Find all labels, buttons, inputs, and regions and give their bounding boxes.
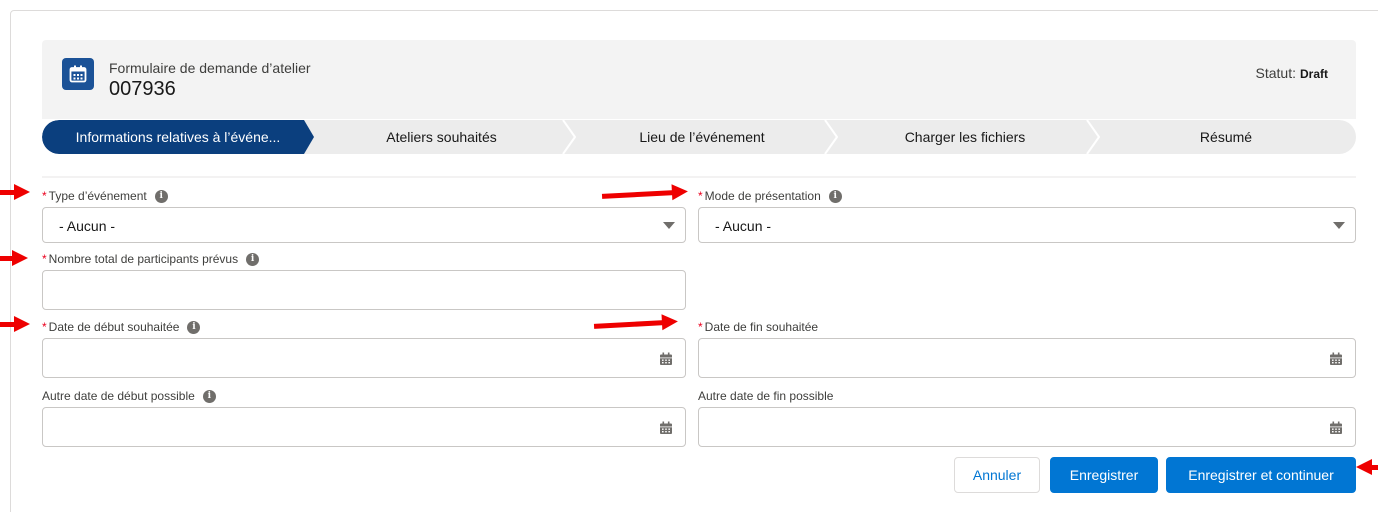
nombre-participants-label: * Nombre total de participants prévus i bbox=[42, 252, 260, 266]
path-step-label: Lieu de l’événement bbox=[639, 129, 765, 145]
path-step-informations[interactable]: Informations relatives à l’événe... bbox=[42, 120, 314, 154]
date-debut-label: * Date de début souhaitée i bbox=[42, 320, 201, 334]
save-continue-button[interactable]: Enregistrer et continuer bbox=[1166, 457, 1356, 493]
calendar-icon[interactable] bbox=[1329, 352, 1343, 366]
label-text: Autre date de début possible bbox=[42, 389, 195, 403]
mode-presentation-select[interactable]: - Aucun - bbox=[698, 207, 1356, 243]
label-text: Date de début souhaitée bbox=[48, 320, 180, 334]
annotation-arrow bbox=[0, 184, 30, 200]
info-icon[interactable]: i bbox=[202, 389, 216, 403]
type-evenement-label: * Type d’événement i bbox=[42, 189, 168, 203]
select-value: - Aucun - bbox=[59, 218, 116, 234]
path-step-resume[interactable]: Résumé bbox=[1096, 120, 1356, 154]
arrow-head bbox=[14, 184, 30, 200]
path-step-label: Charger les fichiers bbox=[904, 129, 1026, 145]
progress-path: Informations relatives à l’événe... Atel… bbox=[42, 120, 1356, 154]
autre-date-fin-label: Autre date de fin possible bbox=[698, 389, 833, 403]
autre-date-fin-input[interactable] bbox=[698, 407, 1356, 447]
annotation-arrow bbox=[0, 250, 28, 266]
status-field: Statut: Draft bbox=[1256, 65, 1328, 81]
autre-date-debut-input[interactable] bbox=[42, 407, 686, 447]
date-fin-label: * Date de fin souhaitée bbox=[698, 320, 818, 334]
status-value: Draft bbox=[1299, 67, 1328, 81]
divider bbox=[42, 176, 1356, 178]
required-marker: * bbox=[42, 320, 47, 334]
path-step-lieu[interactable]: Lieu de l’événement bbox=[572, 120, 832, 154]
autre-date-debut-label: Autre date de début possible i bbox=[42, 389, 216, 403]
arrow-head bbox=[671, 183, 689, 201]
info-icon[interactable]: i bbox=[828, 189, 842, 203]
save-button[interactable]: Enregistrer bbox=[1050, 457, 1158, 493]
required-marker: * bbox=[42, 252, 47, 266]
calendar-icon[interactable] bbox=[1329, 421, 1343, 435]
nombre-participants-input[interactable] bbox=[42, 270, 686, 310]
calendar-icon[interactable] bbox=[659, 352, 673, 366]
date-debut-input[interactable] bbox=[42, 338, 686, 378]
info-icon[interactable]: i bbox=[246, 252, 260, 266]
info-icon[interactable]: i bbox=[187, 320, 201, 334]
path-step-label: Ateliers souhaités bbox=[386, 129, 497, 145]
label-text: Type d’événement bbox=[48, 189, 147, 203]
required-marker: * bbox=[42, 189, 47, 203]
label-text: Autre date de fin possible bbox=[698, 389, 834, 403]
label-text: Mode de présentation bbox=[704, 189, 821, 203]
path-step-label: Informations relatives à l’événe... bbox=[75, 129, 281, 145]
calendar-icon[interactable] bbox=[659, 421, 673, 435]
select-value: - Aucun - bbox=[715, 218, 772, 234]
annotation-arrow bbox=[0, 316, 30, 332]
path-step-ateliers[interactable]: Ateliers souhaités bbox=[314, 120, 569, 154]
info-icon[interactable]: i bbox=[154, 189, 168, 203]
path-step-label: Résumé bbox=[1199, 129, 1253, 145]
type-evenement-select[interactable]: - Aucun - bbox=[42, 207, 686, 243]
record-header: Formulaire de demande d’atelier 007936 S… bbox=[42, 40, 1356, 119]
caret-down-icon bbox=[1333, 222, 1345, 229]
date-fin-input[interactable] bbox=[698, 338, 1356, 378]
arrow-head bbox=[1356, 459, 1372, 475]
arrow-head bbox=[14, 316, 30, 332]
label-text: Nombre total de participants prévus bbox=[48, 252, 239, 266]
required-marker: * bbox=[698, 189, 703, 203]
arrow-head bbox=[661, 313, 679, 331]
path-step-fichiers[interactable]: Charger les fichiers bbox=[834, 120, 1096, 154]
record-number: 007936 bbox=[109, 78, 176, 100]
annotation-arrow bbox=[1356, 459, 1378, 475]
required-marker: * bbox=[698, 320, 703, 334]
arrow-head bbox=[12, 250, 28, 266]
caret-down-icon bbox=[663, 222, 675, 229]
record-type-label: Formulaire de demande d’atelier bbox=[109, 60, 311, 76]
calendar-icon bbox=[62, 58, 94, 90]
cancel-button[interactable]: Annuler bbox=[954, 457, 1040, 493]
label-text: Date de fin souhaitée bbox=[704, 320, 819, 334]
status-label: Statut: bbox=[1255, 65, 1296, 81]
mode-presentation-label: * Mode de présentation i bbox=[698, 189, 842, 203]
